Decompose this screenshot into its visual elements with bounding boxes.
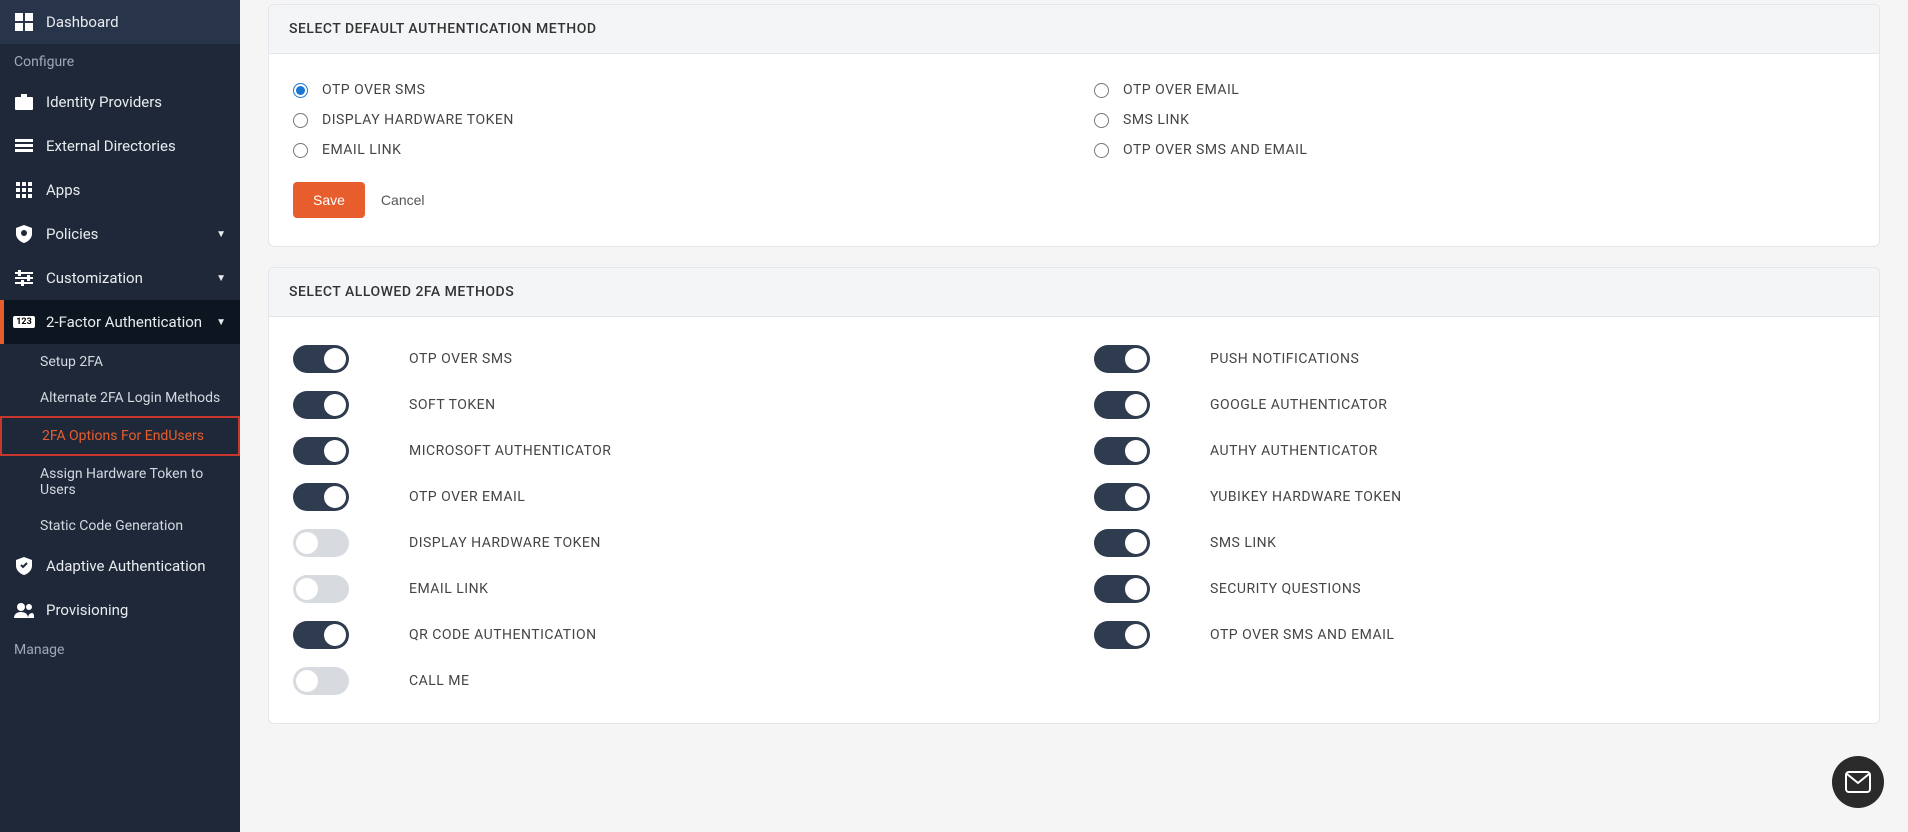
toggle-label: AUTHY AUTHENTICATOR <box>1210 443 1378 459</box>
chevron-down-icon: ▼ <box>216 273 226 284</box>
radio-label[interactable]: EMAIL LINK <box>322 142 401 158</box>
radio-otp-sms[interactable] <box>293 83 308 98</box>
toggle-right-5[interactable] <box>1094 575 1150 603</box>
toggle-label: SOFT TOKEN <box>409 397 496 413</box>
sidebar-label: Customization <box>46 269 143 287</box>
toggle-right-3[interactable] <box>1094 483 1150 511</box>
sidebar: Dashboard Configure Identity Providers E… <box>0 0 240 832</box>
toggle-left-2[interactable] <box>293 437 349 465</box>
chevron-down-icon: ▼ <box>216 229 226 240</box>
sidebar-label: External Directories <box>46 137 176 155</box>
sidebar-sub-assign-hw[interactable]: Assign Hardware Token to Users <box>0 456 240 508</box>
toggle-left-7[interactable] <box>293 667 349 695</box>
radio-display-hw[interactable] <box>293 113 308 128</box>
sidebar-item-identity-providers[interactable]: Identity Providers <box>0 80 240 124</box>
sidebar-item-apps[interactable]: Apps <box>0 168 240 212</box>
sidebar-item-2fa[interactable]: 123 2-Factor Authentication ▼ <box>0 300 240 344</box>
toggle-label: DISPLAY HARDWARE TOKEN <box>409 535 601 551</box>
sidebar-label: Dashboard <box>46 13 119 31</box>
briefcase-icon <box>14 92 34 112</box>
toggle-left-6[interactable] <box>293 621 349 649</box>
radio-otp-email[interactable] <box>1094 83 1109 98</box>
toggle-label: MICROSOFT AUTHENTICATOR <box>409 443 611 459</box>
sidebar-item-external-directories[interactable]: External Directories <box>0 124 240 168</box>
toggle-label: SECURITY QUESTIONS <box>1210 581 1361 597</box>
toggle-label: SMS LINK <box>1210 535 1276 551</box>
message-fab[interactable] <box>1832 756 1884 808</box>
toggle-label: QR CODE AUTHENTICATION <box>409 627 597 643</box>
toggle-left-1[interactable] <box>293 391 349 419</box>
sidebar-label: 2-Factor Authentication <box>46 313 202 331</box>
toggle-left-3[interactable] <box>293 483 349 511</box>
sidebar-item-customization[interactable]: Customization ▼ <box>0 256 240 300</box>
toggle-right-6[interactable] <box>1094 621 1150 649</box>
sidebar-item-provisioning[interactable]: Provisioning <box>0 588 240 632</box>
sidebar-sub-alternate[interactable]: Alternate 2FA Login Methods <box>0 380 240 416</box>
toggle-label: GOOGLE AUTHENTICATOR <box>1210 397 1387 413</box>
sliders-icon <box>14 268 34 288</box>
main-content: SELECT DEFAULT AUTHENTICATION METHOD OTP… <box>240 0 1908 832</box>
sidebar-sub-setup-2fa[interactable]: Setup 2FA <box>0 344 240 380</box>
panel-header: SELECT DEFAULT AUTHENTICATION METHOD <box>269 5 1879 54</box>
sidebar-item-policies[interactable]: Policies ▼ <box>0 212 240 256</box>
panel-default-auth: SELECT DEFAULT AUTHENTICATION METHOD OTP… <box>268 4 1880 247</box>
panel-header: SELECT ALLOWED 2FA METHODS <box>269 268 1879 317</box>
toggle-label: OTP OVER SMS <box>409 351 512 367</box>
radio-label[interactable]: OTP OVER SMS <box>322 82 425 98</box>
cancel-button[interactable]: Cancel <box>381 192 425 208</box>
toggle-label: PUSH NOTIFICATIONS <box>1210 351 1359 367</box>
shield-check-icon <box>14 556 34 576</box>
sidebar-label: Apps <box>46 181 80 199</box>
sidebar-item-dashboard[interactable]: Dashboard <box>0 0 240 44</box>
apps-icon <box>14 180 34 200</box>
toggle-left-0[interactable] <box>293 345 349 373</box>
sidebar-item-adaptive[interactable]: Adaptive Authentication <box>0 544 240 588</box>
sidebar-label: Adaptive Authentication <box>46 557 206 575</box>
radio-label[interactable]: DISPLAY HARDWARE TOKEN <box>322 112 514 128</box>
save-button[interactable]: Save <box>293 182 365 218</box>
panel-allowed-2fa: SELECT ALLOWED 2FA METHODS OTP OVER SMS P… <box>268 267 1880 724</box>
sidebar-sub-static-code[interactable]: Static Code Generation <box>0 508 240 544</box>
radio-label[interactable]: SMS LINK <box>1123 112 1189 128</box>
toggle-label: OTP OVER EMAIL <box>409 489 525 505</box>
toggle-left-4[interactable] <box>293 529 349 557</box>
dashboard-icon <box>14 12 34 32</box>
sidebar-section-manage: Manage <box>0 632 240 668</box>
radio-sms-link[interactable] <box>1094 113 1109 128</box>
sidebar-section-configure: Configure <box>0 44 240 80</box>
users-icon <box>14 600 34 620</box>
toggle-right-1[interactable] <box>1094 391 1150 419</box>
sidebar-sub-options-endusers[interactable]: 2FA Options For EndUsers <box>0 416 240 456</box>
toggle-label: OTP OVER SMS AND EMAIL <box>1210 627 1394 643</box>
radio-label[interactable]: OTP OVER SMS AND EMAIL <box>1123 142 1307 158</box>
chevron-down-icon: ▼ <box>216 317 226 328</box>
shield-icon <box>14 224 34 244</box>
toggle-right-2[interactable] <box>1094 437 1150 465</box>
radio-email-link[interactable] <box>293 143 308 158</box>
two-factor-icon: 123 <box>14 312 34 332</box>
toggle-left-5[interactable] <box>293 575 349 603</box>
sidebar-label: Identity Providers <box>46 93 162 111</box>
toggle-label: EMAIL LINK <box>409 581 488 597</box>
mail-icon <box>1845 771 1871 793</box>
sidebar-label: Policies <box>46 225 98 243</box>
toggle-label: CALL ME <box>409 673 469 689</box>
sidebar-label: Provisioning <box>46 601 128 619</box>
toggle-right-0[interactable] <box>1094 345 1150 373</box>
toggle-label: YUBIKEY HARDWARE TOKEN <box>1210 489 1402 505</box>
toggle-right-4[interactable] <box>1094 529 1150 557</box>
list-icon <box>14 136 34 156</box>
radio-otp-sms-email[interactable] <box>1094 143 1109 158</box>
radio-label[interactable]: OTP OVER EMAIL <box>1123 82 1239 98</box>
